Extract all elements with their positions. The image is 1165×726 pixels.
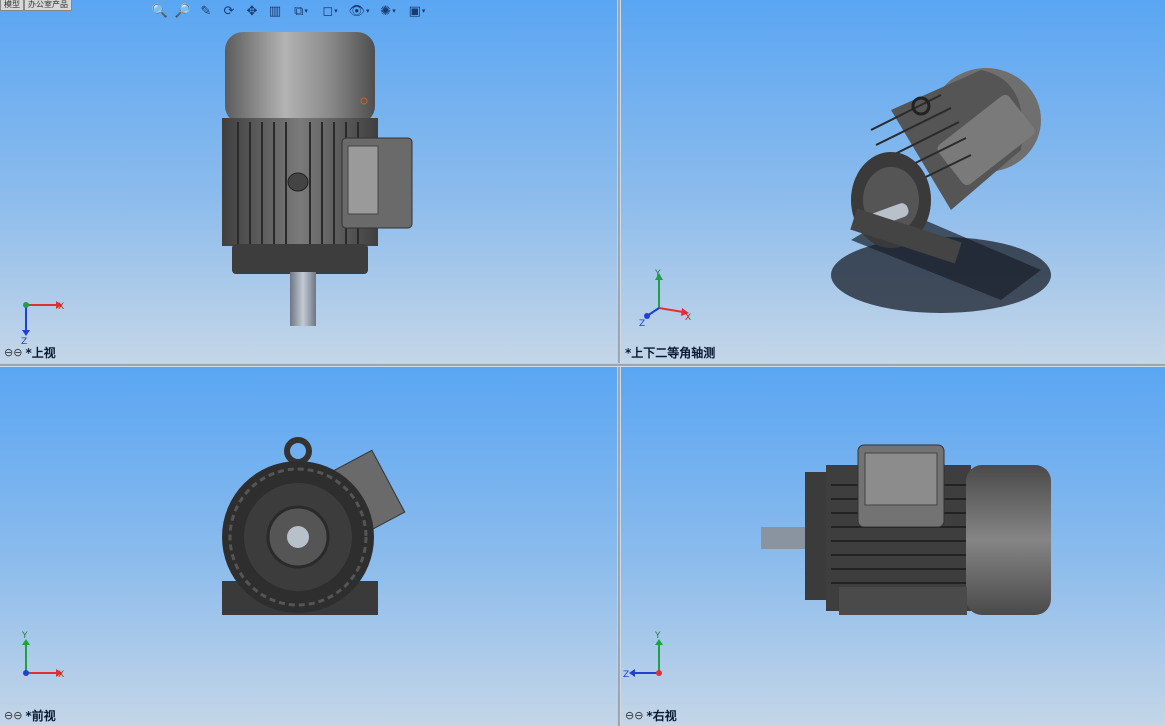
- axis-label-z: Z: [639, 319, 645, 329]
- tab-model[interactable]: 模型: [0, 0, 24, 11]
- view-label-right: ⊖⊖ *右视: [625, 709, 677, 723]
- viewport-front[interactable]: Y X ⊖⊖ *前视: [0, 367, 617, 726]
- viewport-top[interactable]: X Z ⊖⊖ *上视: [0, 0, 617, 363]
- hide-show-icon[interactable]: 👁 ▾: [346, 2, 372, 20]
- link-view-icon[interactable]: ⊖⊖: [625, 709, 643, 722]
- view-label-front: ⊖⊖ *前视: [4, 709, 56, 723]
- dropdown-arrow-icon[interactable]: ▾: [334, 7, 338, 15]
- axis-triad-iso: Y X Z: [639, 269, 691, 329]
- axis-label-y: Y: [654, 631, 661, 641]
- cad-window: X Z ⊖⊖ *上视 Y X Z *上下二等角轴测 Y X ⊖⊖ *前视 Y Z…: [0, 0, 1165, 726]
- view-label-top: ⊖⊖ *上视: [4, 346, 56, 360]
- axis-triad-front: Y X: [21, 631, 64, 680]
- motor-front-view: [222, 437, 406, 615]
- select-icon[interactable]: ✎: [196, 2, 216, 20]
- axis-label-x: X: [58, 302, 64, 312]
- dropdown-arrow-icon[interactable]: ▾: [304, 7, 308, 15]
- dropdown-arrow-icon[interactable]: ▾: [422, 7, 426, 15]
- axis-label-x: X: [685, 313, 691, 323]
- viewport-isometric[interactable]: Y X Z *上下二等角轴测: [621, 0, 1165, 363]
- section-view-icon[interactable]: ▥: [265, 2, 285, 20]
- tab-office-products[interactable]: 办公室产品: [24, 0, 72, 11]
- scene-icon[interactable]: ▣ ▾: [404, 2, 430, 20]
- horizontal-splitter[interactable]: [0, 363, 1165, 367]
- axis-label-z: Z: [623, 670, 629, 680]
- heads-up-view-toolbar: 🔍 🔎 ✎ ⟳ ✥ ▥ ⧉ ▾ ◻ ▾ 👁 ▾ ✺ ▾ ▣ ▾: [150, 2, 430, 20]
- axis-label-y: Y: [654, 269, 661, 279]
- link-view-icon[interactable]: ⊖⊖: [4, 346, 22, 359]
- appearance-icon[interactable]: ✺ ▾: [375, 2, 401, 20]
- dropdown-arrow-icon[interactable]: ▾: [392, 7, 396, 15]
- view-label-iso: *上下二等角轴测: [625, 346, 716, 360]
- axis-triad-top: X Z: [21, 301, 64, 346]
- viewport-right[interactable]: Y Z ⊖⊖ *右视: [621, 367, 1165, 726]
- axis-label-y: Y: [21, 631, 28, 641]
- rotate-icon[interactable]: ⟳: [219, 2, 239, 20]
- axis-label-x: X: [58, 670, 64, 680]
- axis-triad-right: Y Z: [623, 631, 663, 680]
- display-style-icon[interactable]: ◻ ▾: [317, 2, 343, 20]
- motor-right-view: [761, 444, 1051, 615]
- document-tabs: 模型 办公室产品: [0, 0, 72, 11]
- view-orientation-icon[interactable]: ⧉ ▾: [288, 2, 314, 20]
- zoom-to-fit-icon[interactable]: 🔍: [150, 2, 170, 20]
- pan-icon[interactable]: ✥: [242, 2, 262, 20]
- motor-top-view: [222, 32, 413, 326]
- dropdown-arrow-icon[interactable]: ▾: [366, 7, 370, 15]
- zoom-area-icon[interactable]: 🔎: [173, 2, 193, 20]
- link-view-icon[interactable]: ⊖⊖: [4, 709, 22, 722]
